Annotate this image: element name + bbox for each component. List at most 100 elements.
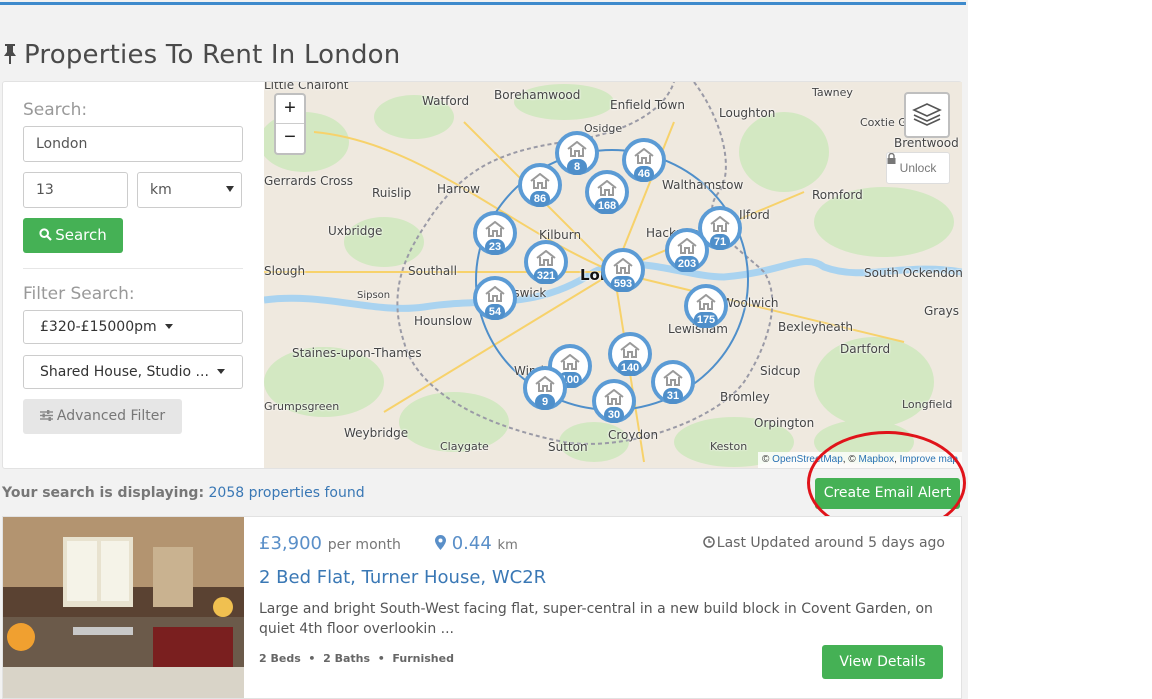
place-label: Croydon: [608, 428, 659, 442]
place-label: Claygate: [440, 440, 489, 453]
zoom-out-button[interactable]: −: [276, 124, 304, 153]
house-icon: [677, 238, 697, 254]
place-label: Osidge: [584, 122, 623, 135]
zoom-in-button[interactable]: +: [276, 95, 304, 124]
price-range-value: £320-£15000pm: [40, 319, 157, 335]
place-label: Ilford: [739, 208, 770, 222]
map-cluster[interactable]: 168: [585, 170, 629, 214]
house-icon: [696, 294, 716, 310]
map-view[interactable]: Little Chalfont Watford Borehamwood Enfi…: [264, 82, 962, 468]
price-range-dropdown[interactable]: £320-£15000pm: [23, 310, 243, 344]
place-label: Borehamwood: [494, 88, 581, 102]
filter-search-label: Filter Search:: [23, 284, 135, 304]
zoom-control: + −: [274, 93, 306, 155]
view-details-button[interactable]: View Details: [822, 645, 943, 679]
layers-button[interactable]: [904, 92, 950, 138]
select-arrow-icon: [226, 186, 234, 192]
attribution-separator: , ©: [842, 454, 856, 465]
house-icon: [597, 180, 617, 196]
place-label: Walthamstow: [662, 178, 744, 192]
place-label: Grays: [924, 304, 959, 318]
place-label: Little Chalfont: [264, 82, 349, 92]
map-marker-icon: [435, 535, 446, 550]
place-label: South Ockendon: [864, 266, 962, 280]
map-cluster[interactable]: 30: [592, 379, 636, 423]
map-cluster[interactable]: 54: [473, 276, 517, 320]
map-cluster[interactable]: 86: [518, 163, 562, 207]
results-summary-prefix: Your search is displaying:: [2, 485, 205, 501]
distance-value: 0.44: [451, 533, 492, 554]
unit-select[interactable]: km: [137, 172, 242, 208]
place-label: Tawney: [812, 86, 853, 99]
house-icon: [485, 221, 505, 237]
house-icon: [535, 376, 555, 392]
property-type-value: Shared House, Studio ...: [40, 364, 209, 380]
caret-down-icon: [164, 324, 173, 329]
clock-icon: [703, 536, 715, 548]
place-label: Romford: [812, 188, 863, 202]
search-sidebar: Search: London 13 km Search Filter Searc…: [23, 82, 245, 468]
top-accent-bar: [0, 2, 966, 5]
cluster-count: 593: [610, 276, 636, 292]
search-button[interactable]: Search: [23, 218, 123, 253]
listing-features: 2 Beds • 2 Baths • Furnished: [259, 652, 454, 665]
place-label: Keston: [710, 440, 748, 453]
place-label: Bexleyheath: [778, 320, 853, 334]
place-label: Hounslow: [414, 314, 473, 328]
map-cluster[interactable]: 23: [473, 211, 517, 255]
improve-map-link[interactable]: Improve map: [900, 454, 958, 465]
sliders-icon: [39, 410, 53, 421]
map-cluster[interactable]: 8: [555, 131, 599, 175]
map-cluster[interactable]: 31: [651, 360, 695, 404]
lock-icon: [887, 153, 896, 164]
house-icon: [634, 148, 654, 164]
cluster-count: 31: [663, 388, 683, 404]
radius-input[interactable]: 13: [23, 172, 128, 208]
page-title: Properties To Rent In London: [2, 40, 400, 70]
baths-count: 2 Baths: [323, 652, 371, 665]
search-map-panel: Search: London 13 km Search Filter Searc…: [2, 81, 962, 469]
create-email-alert-button[interactable]: Create Email Alert: [815, 478, 960, 509]
place-label: Staines-upon-Thames: [292, 346, 422, 360]
results-count: 2058 properties found: [208, 485, 365, 501]
map-cluster[interactable]: 140: [608, 332, 652, 376]
house-icon: [536, 250, 556, 266]
house-icon: [613, 258, 633, 274]
cluster-count: 71: [710, 234, 730, 250]
cluster-count: 168: [594, 198, 620, 214]
listing-photo[interactable]: [3, 517, 244, 698]
furnished-status: Furnished: [392, 652, 454, 665]
cluster-count: 23: [485, 239, 505, 255]
unlock-map-button[interactable]: Unlock: [886, 152, 950, 184]
place-label: Weybridge: [344, 426, 409, 440]
place-label: Watford: [422, 94, 470, 108]
map-cluster[interactable]: 9: [523, 366, 567, 410]
mapbox-link[interactable]: Mapbox: [859, 454, 895, 465]
map-cluster[interactable]: 593: [601, 248, 645, 292]
advanced-filter-button[interactable]: Advanced Filter: [23, 399, 182, 434]
search-icon: [39, 228, 52, 241]
cluster-count: 175: [693, 312, 719, 328]
place-label: Gerrards Cross: [264, 174, 353, 188]
house-icon: [560, 354, 580, 370]
map-cluster[interactable]: 46: [622, 138, 666, 182]
house-icon: [620, 342, 640, 358]
property-type-dropdown[interactable]: Shared House, Studio ...: [23, 355, 243, 389]
house-icon: [604, 389, 624, 405]
search-button-label: Search: [55, 226, 107, 244]
openstreetmap-link[interactable]: OpenStreetMap: [772, 454, 843, 465]
place-label: Ruislip: [372, 186, 412, 200]
house-icon: [663, 370, 683, 386]
listing-title-link[interactable]: 2 Bed Flat, Turner House, WC2R: [259, 567, 546, 588]
place-label: Slough: [264, 264, 306, 278]
layers-icon: [912, 103, 942, 126]
last-updated-text: Last Updated around 5 days ago: [716, 535, 945, 551]
location-input[interactable]: London: [23, 126, 243, 162]
place-label: Harrow: [437, 182, 480, 196]
place-label: Longfield: [902, 398, 953, 411]
place-label: Brentwood: [894, 136, 959, 150]
map-cluster[interactable]: 175: [684, 284, 728, 328]
map-cluster[interactable]: 321: [524, 240, 568, 284]
unlock-label: Unlock: [899, 161, 937, 175]
map-cluster[interactable]: 203: [665, 228, 709, 272]
